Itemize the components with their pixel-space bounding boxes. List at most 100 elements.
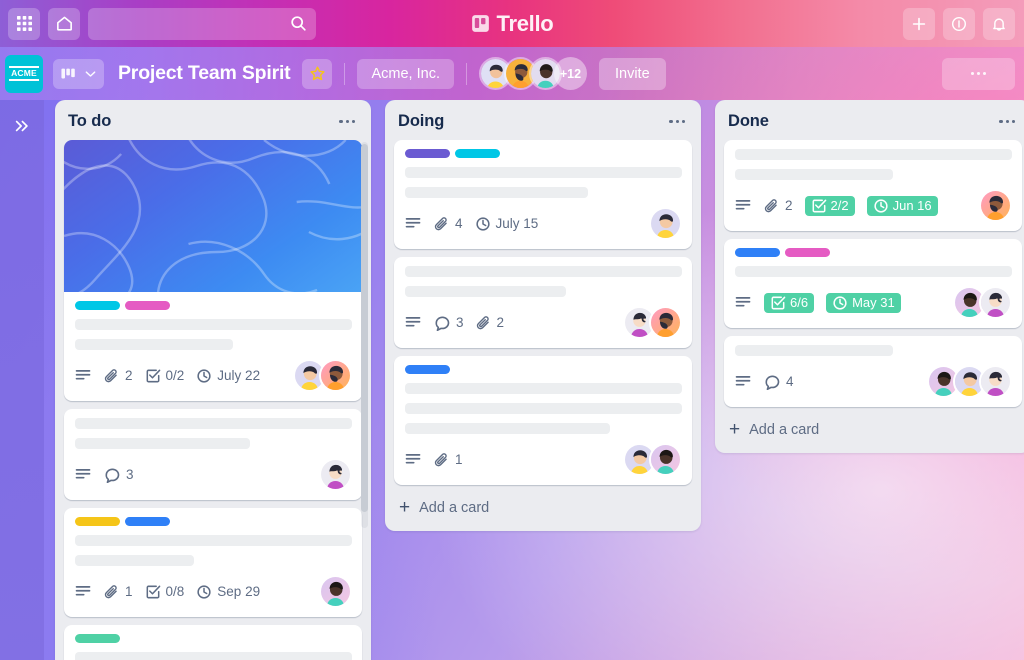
- card[interactable]: 1 0/8 Sep 29: [64, 508, 362, 617]
- bell-icon[interactable]: [983, 7, 1015, 40]
- badge-description: [75, 585, 92, 598]
- checklist-icon: [770, 295, 786, 311]
- card[interactable]: [64, 625, 362, 660]
- card-label[interactable]: [405, 365, 450, 374]
- clock-icon: [196, 584, 212, 600]
- avatar[interactable]: [319, 575, 352, 608]
- card-label[interactable]: [735, 248, 780, 257]
- badge-description: [75, 468, 92, 481]
- card-body: 1: [394, 356, 692, 485]
- trello-brand: Trello: [417, 11, 607, 37]
- card[interactable]: 2 0/2 July 22: [64, 140, 362, 401]
- card-title-placeholder: [405, 403, 682, 414]
- attachment-icon: [764, 198, 780, 214]
- list-header: Doing: [385, 109, 701, 140]
- card[interactable]: 2 2/2 Jun 16: [724, 140, 1022, 231]
- badge-due: July 15: [475, 216, 538, 232]
- info-icon[interactable]: [943, 7, 975, 40]
- card-label[interactable]: [75, 301, 120, 310]
- avatar[interactable]: [979, 286, 1012, 319]
- board-title[interactable]: Project Team Spirit: [118, 62, 291, 85]
- badge-text: 4: [455, 216, 463, 231]
- card[interactable]: 3: [64, 409, 362, 500]
- plus-icon: +: [399, 497, 411, 518]
- card-body: 4 July 15: [394, 140, 692, 249]
- list-scrollbar-thumb[interactable]: [361, 144, 368, 512]
- card-body: 1 0/8 Sep 29: [64, 508, 362, 617]
- star-icon[interactable]: [302, 58, 333, 89]
- badge-description: [735, 296, 752, 309]
- attachment-icon: [434, 216, 450, 232]
- card-label[interactable]: [125, 517, 170, 526]
- board-views-switcher[interactable]: [53, 58, 104, 89]
- workspace-name-button[interactable]: Acme, Inc.: [357, 58, 454, 89]
- board-menu-button[interactable]: [942, 57, 1015, 90]
- card-label[interactable]: [75, 634, 120, 643]
- avatar[interactable]: [319, 458, 352, 491]
- board-canvas: To do 2 0/2 July 22 3 1 0/8 Sep 29 Doing 4 July 15…: [44, 100, 1024, 660]
- attachment-icon: [434, 452, 450, 468]
- list-title[interactable]: To do: [68, 112, 111, 131]
- card[interactable]: 4: [724, 336, 1022, 407]
- board-header-bar: ACME Project Team Spirit Acme, Inc. +12 …: [0, 47, 1024, 100]
- plus-icon[interactable]: [903, 7, 935, 40]
- workspace-logo[interactable]: ACME: [5, 54, 43, 93]
- add-a-card-button[interactable]: + Add a card: [715, 407, 1024, 453]
- card-members: [979, 189, 1012, 222]
- list-menu-button[interactable]: [336, 118, 358, 125]
- list-menu-button[interactable]: [996, 118, 1018, 125]
- avatar[interactable]: [649, 207, 682, 240]
- card[interactable]: 32: [394, 257, 692, 348]
- add-a-card-button[interactable]: + Add a card: [385, 485, 701, 531]
- card[interactable]: 6/6 May 31: [724, 239, 1022, 328]
- card-label[interactable]: [125, 301, 170, 310]
- badge-text: 0/2: [165, 368, 185, 383]
- header-divider-2: [465, 62, 467, 85]
- home-icon[interactable]: [48, 7, 80, 40]
- card-title-placeholder: [75, 418, 352, 429]
- badge-description: [405, 453, 422, 466]
- list-doing: Doing 4 July 15 3 2 1 + Add a card: [385, 100, 701, 531]
- card-title-placeholder: [735, 345, 893, 356]
- card-members: [319, 575, 352, 608]
- avatar[interactable]: [649, 306, 682, 339]
- avatar[interactable]: [649, 443, 682, 476]
- invite-button[interactable]: Invite: [598, 57, 666, 90]
- card-members: [319, 458, 352, 491]
- badge-description: [405, 316, 422, 329]
- left-sidebar: [0, 100, 44, 660]
- description-icon: [405, 217, 422, 230]
- card-label[interactable]: [405, 149, 450, 158]
- list-scrollbar[interactable]: [361, 142, 368, 528]
- members-overflow-count[interactable]: +12: [553, 57, 587, 90]
- card-title-placeholder: [405, 383, 682, 394]
- card-body: 2 2/2 Jun 16: [724, 140, 1022, 231]
- card[interactable]: 1: [394, 356, 692, 485]
- search-input[interactable]: [97, 16, 290, 31]
- badge-text: 2: [496, 315, 505, 330]
- avatar[interactable]: [979, 365, 1012, 398]
- card-labels: [405, 149, 682, 158]
- badge-text: 4: [786, 374, 794, 389]
- badge-attachment: 1: [104, 584, 133, 600]
- card-list: 2 0/2 July 22 3 1 0/8 Sep 29: [55, 140, 371, 660]
- card-label[interactable]: [75, 517, 120, 526]
- apps-grid-icon[interactable]: [8, 7, 40, 40]
- card[interactable]: 4 July 15: [394, 140, 692, 249]
- ellipsis-icon: [999, 119, 1015, 124]
- avatar[interactable]: [979, 189, 1012, 222]
- card-title-placeholder: [75, 319, 352, 330]
- card-title-placeholder: [75, 339, 233, 350]
- card-label[interactable]: [455, 149, 500, 158]
- avatar[interactable]: [319, 359, 352, 392]
- card-members: [293, 359, 352, 392]
- chevron-double-right-icon[interactable]: [9, 114, 35, 138]
- list-menu-button[interactable]: [666, 118, 688, 125]
- badge-text: 1: [125, 584, 133, 599]
- search-box[interactable]: [88, 7, 316, 40]
- card-body: 3: [64, 409, 362, 500]
- invite-label: Invite: [614, 65, 650, 82]
- list-title[interactable]: Done: [728, 112, 769, 131]
- list-title[interactable]: Doing: [398, 112, 444, 131]
- card-label[interactable]: [785, 248, 830, 257]
